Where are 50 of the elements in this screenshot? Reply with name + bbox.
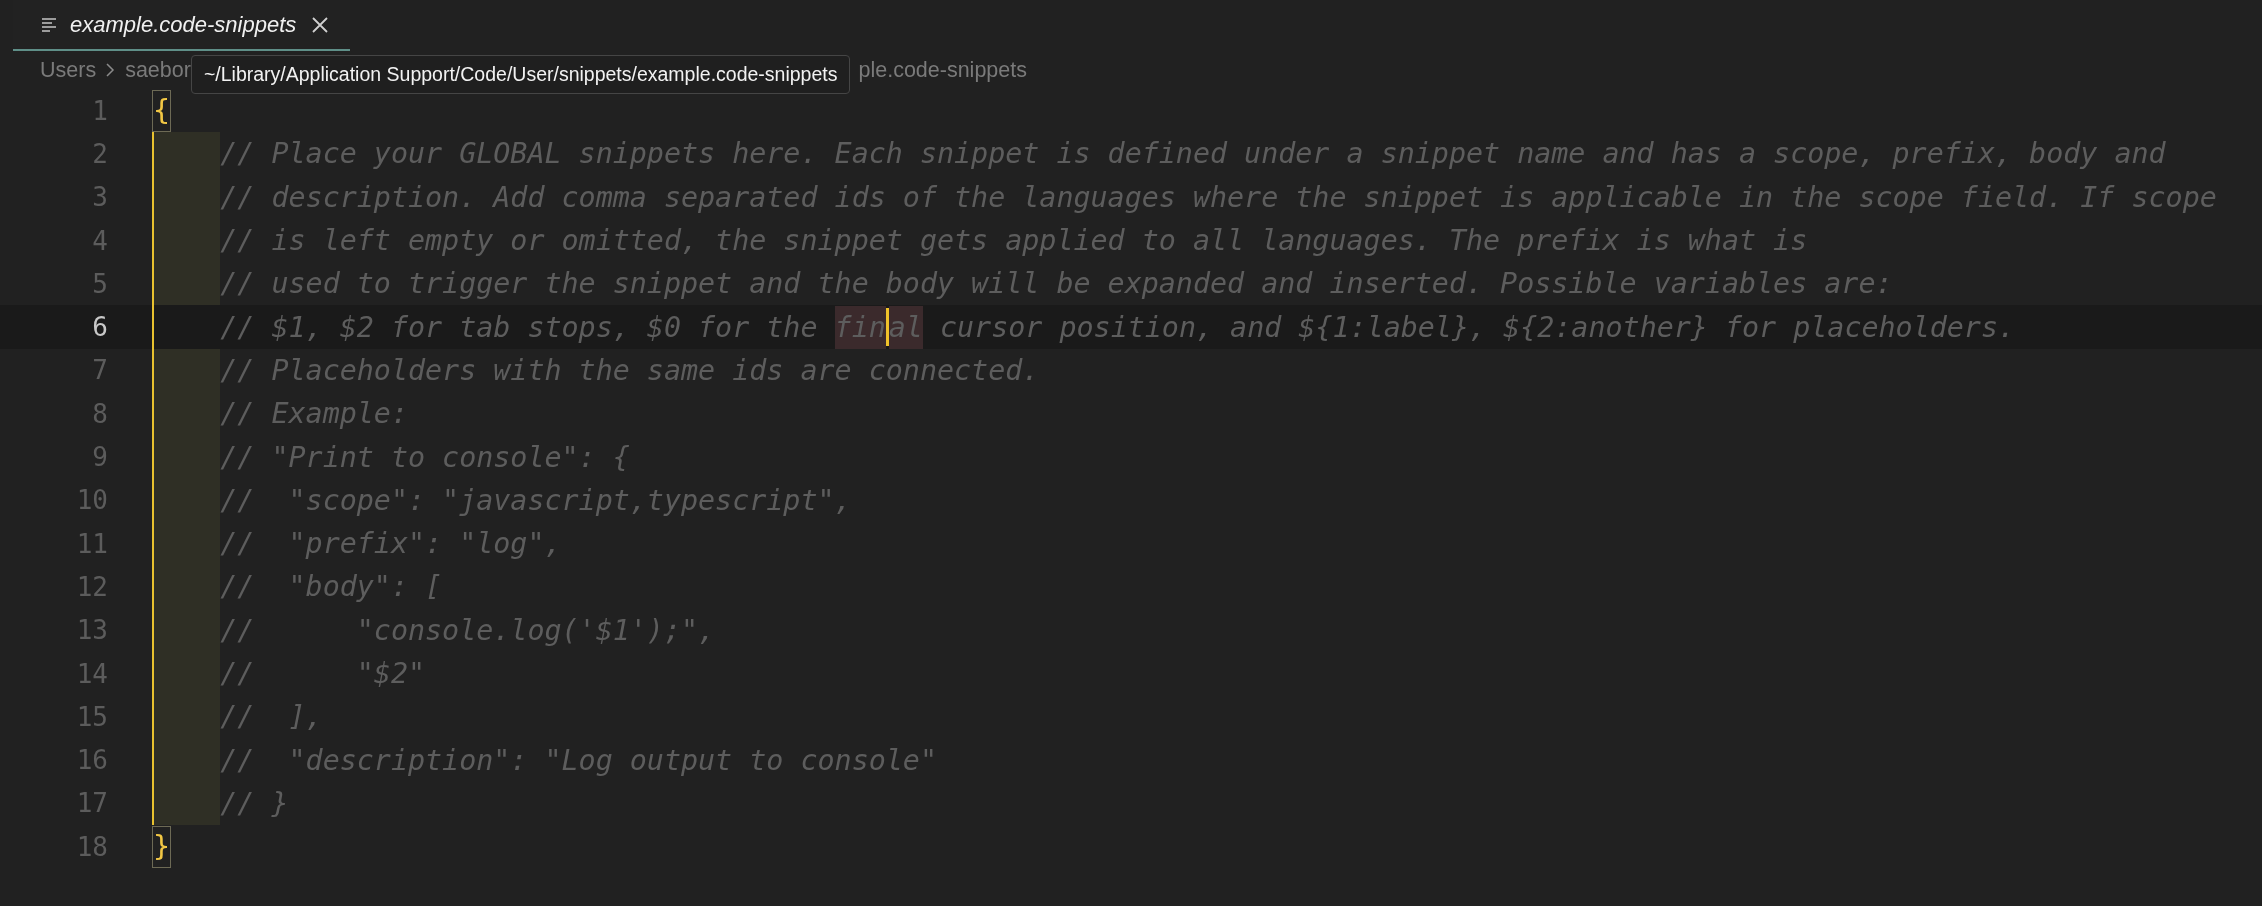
line-number: 14 — [75, 658, 108, 689]
code-comment: // used to trigger the snippet and the body will be expanded and inserted. Possible variables are: — [220, 266, 1893, 303]
code-comment: cursor position, and ${1:label}, ${2:another} for placeholders. — [939, 309, 2016, 346]
code-comment: // Placeholders with the same ids are connected. — [220, 352, 1040, 389]
line-number: 16 — [75, 745, 108, 776]
file-lines-icon — [42, 17, 58, 32]
close-icon[interactable] — [312, 16, 329, 33]
code-comment: // } — [220, 785, 289, 822]
indent-guide — [152, 262, 221, 306]
code-bracket: { — [152, 89, 172, 132]
code-comment: // "scope": "javascript,typescript", — [220, 482, 852, 519]
code-comment: // "Print to console": { — [220, 439, 630, 476]
line-number: 2 — [91, 138, 108, 169]
code-comment: // "description": "Log output to console" — [220, 742, 937, 779]
line-number: 7 — [91, 355, 108, 386]
line-number: 5 — [91, 268, 108, 299]
tab-title: example.code-snippets — [70, 11, 297, 38]
line-number: 18 — [75, 831, 108, 862]
line-number: 10 — [75, 485, 108, 516]
line-number: 15 — [75, 701, 108, 732]
line-number: 1 — [91, 95, 108, 126]
breadcrumb-item[interactable]: Users — [40, 57, 97, 83]
line-number: 9 — [91, 442, 108, 472]
code-comment: // "body": [ — [220, 569, 443, 606]
line-number: 4 — [91, 225, 108, 256]
path-tooltip: ~/Library/Application Support/Code/User/snippets/example.code-snippets — [190, 54, 851, 94]
code-comment: // Place your GLOBAL snippets here. Each snippet is defined under a snippet name and has a scope, prefix, body and — [220, 136, 2166, 173]
line-number: 3 — [91, 182, 108, 213]
code-comment: // is left empty or omitted, the snippet gets applied to all languages. The prefix is what is — [220, 223, 1808, 260]
code-comment: // "console.log('$1');", — [220, 612, 716, 649]
breadcrumb-item[interactable]: ple.code-snippets — [858, 57, 1027, 83]
line-number: 8 — [91, 398, 108, 429]
line-number: 6 — [91, 312, 108, 343]
line-number: 11 — [75, 528, 108, 559]
code-comment: // Example: — [220, 396, 408, 433]
line-number: 12 — [75, 571, 108, 602]
line-number: 13 — [75, 615, 108, 646]
text-cursor — [885, 308, 889, 347]
code-comment: // "prefix": "log", — [220, 526, 562, 563]
indent-guide — [152, 132, 221, 176]
code-comment: // $1, $2 for tab stops, $0 for the — [220, 309, 819, 346]
indent-guide — [152, 781, 221, 826]
code-bracket: } — [152, 825, 172, 868]
indent-guide — [152, 348, 221, 393]
code-comment: // "$2" — [220, 656, 426, 692]
code-comment: // description. Add comma separated ids of the languages where the snippet is applicable in the scope field. If scope — [220, 179, 2217, 216]
breadcrumb-item[interactable]: saebor — [125, 57, 191, 83]
code-comment: // ], — [220, 699, 323, 736]
line-number: 17 — [75, 788, 108, 819]
chevron-icon — [106, 63, 116, 77]
